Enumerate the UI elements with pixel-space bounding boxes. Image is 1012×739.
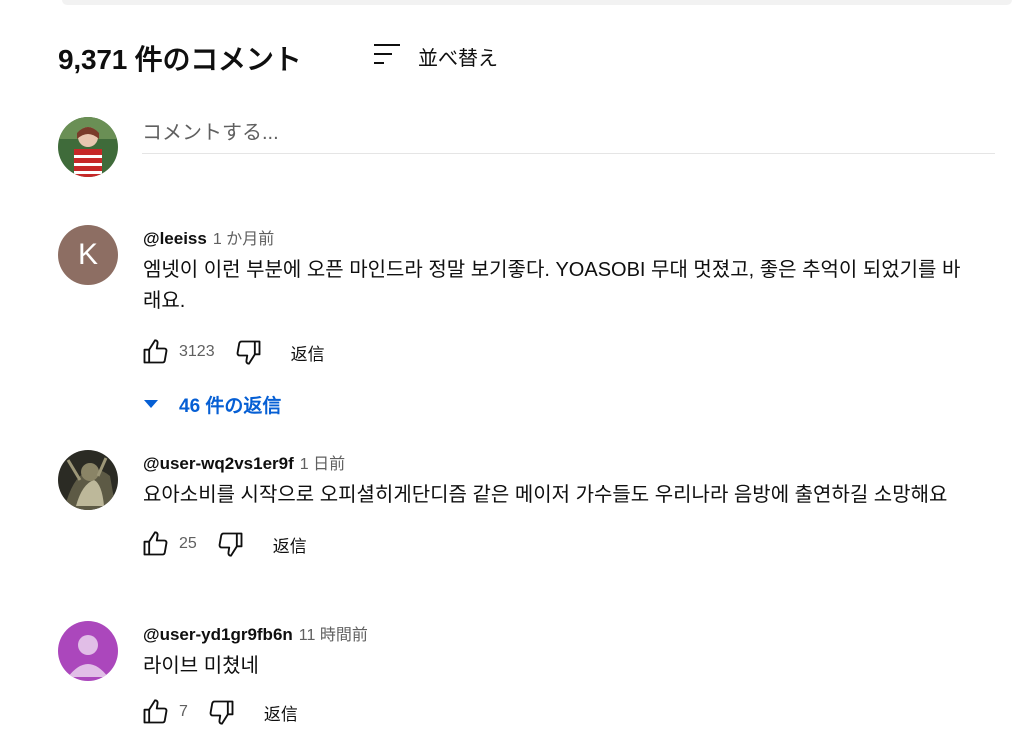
thumbs-up-icon bbox=[143, 531, 168, 556]
user-avatar bbox=[58, 117, 118, 177]
comment-count: 9,371 件のコメント bbox=[58, 44, 302, 75]
avatar-letter: K bbox=[77, 238, 98, 271]
thumbs-down-icon bbox=[209, 700, 234, 725]
like-count: 25 bbox=[179, 535, 197, 552]
view-replies-button[interactable]: 46 件の返信 bbox=[143, 384, 973, 424]
author-avatar[interactable] bbox=[58, 621, 118, 681]
comment-thread: @user-wq2vs1er9f 1 日前 요아소비를 시작으로 오피셜히게단디… bbox=[58, 450, 998, 590]
comment-time[interactable]: 1 日前 bbox=[300, 450, 345, 474]
sort-label: 並べ替え bbox=[418, 47, 498, 70]
comment-author[interactable]: @user-yd1gr9fb6n bbox=[143, 625, 293, 645]
like-count: 7 bbox=[179, 703, 188, 720]
comment-author[interactable]: @leeiss bbox=[143, 229, 207, 249]
thumbs-up-icon bbox=[143, 699, 168, 724]
like-button[interactable] bbox=[137, 334, 173, 370]
comment-input[interactable] bbox=[142, 117, 995, 149]
reply-button[interactable]: 返信 bbox=[273, 532, 307, 557]
reply-button[interactable]: 返信 bbox=[291, 340, 325, 365]
comment-thread: K @leeiss 1 か月前 엠넷이 이런 부분에 오픈 마인드라 정말 보기… bbox=[58, 225, 998, 417]
dislike-button[interactable] bbox=[213, 526, 249, 562]
like-count: 3123 bbox=[179, 343, 215, 360]
comment-text: 요아소비를 시작으로 오피셜히게단디즘 같은 메이저 가수들도 우리나라 음방에… bbox=[143, 484, 948, 506]
author-avatar[interactable] bbox=[58, 450, 118, 510]
dislike-button[interactable] bbox=[204, 694, 240, 730]
author-avatar[interactable]: K bbox=[58, 225, 118, 285]
comment-author[interactable]: @user-wq2vs1er9f bbox=[143, 454, 294, 474]
like-button[interactable] bbox=[137, 526, 173, 562]
comment-text: 라이브 미쳤네 bbox=[143, 655, 259, 677]
comment-input-wrapper bbox=[142, 117, 995, 154]
comment-time[interactable]: 1 か月前 bbox=[213, 225, 274, 249]
like-button[interactable] bbox=[137, 694, 173, 730]
default-user-icon bbox=[68, 635, 108, 677]
sort-button[interactable]: 並べ替え bbox=[372, 40, 498, 72]
replies-count-label: 46 件の返信 bbox=[179, 395, 282, 417]
comment-time[interactable]: 11 時間前 bbox=[299, 621, 368, 645]
comments-header: 9,371 件のコメント bbox=[58, 38, 302, 78]
reply-button[interactable]: 返信 bbox=[264, 700, 298, 725]
thumbs-up-icon bbox=[143, 339, 168, 364]
sort-icon bbox=[372, 42, 402, 71]
comment-text: 엠넷이 이런 부분에 오픈 마인드라 정말 보기좋다. YOASOBI 무대 멋… bbox=[143, 259, 961, 312]
dislike-button[interactable] bbox=[231, 334, 267, 370]
top-bar-edge bbox=[62, 0, 1012, 5]
chevron-down-icon bbox=[144, 400, 158, 408]
thumbs-down-icon bbox=[218, 532, 243, 557]
comment-thread: @user-yd1gr9fb6n 11 時間前 라이브 미쳤네 7 返信 bbox=[58, 621, 998, 739]
comment-composer bbox=[58, 117, 995, 177]
thumbs-down-icon bbox=[236, 340, 261, 365]
